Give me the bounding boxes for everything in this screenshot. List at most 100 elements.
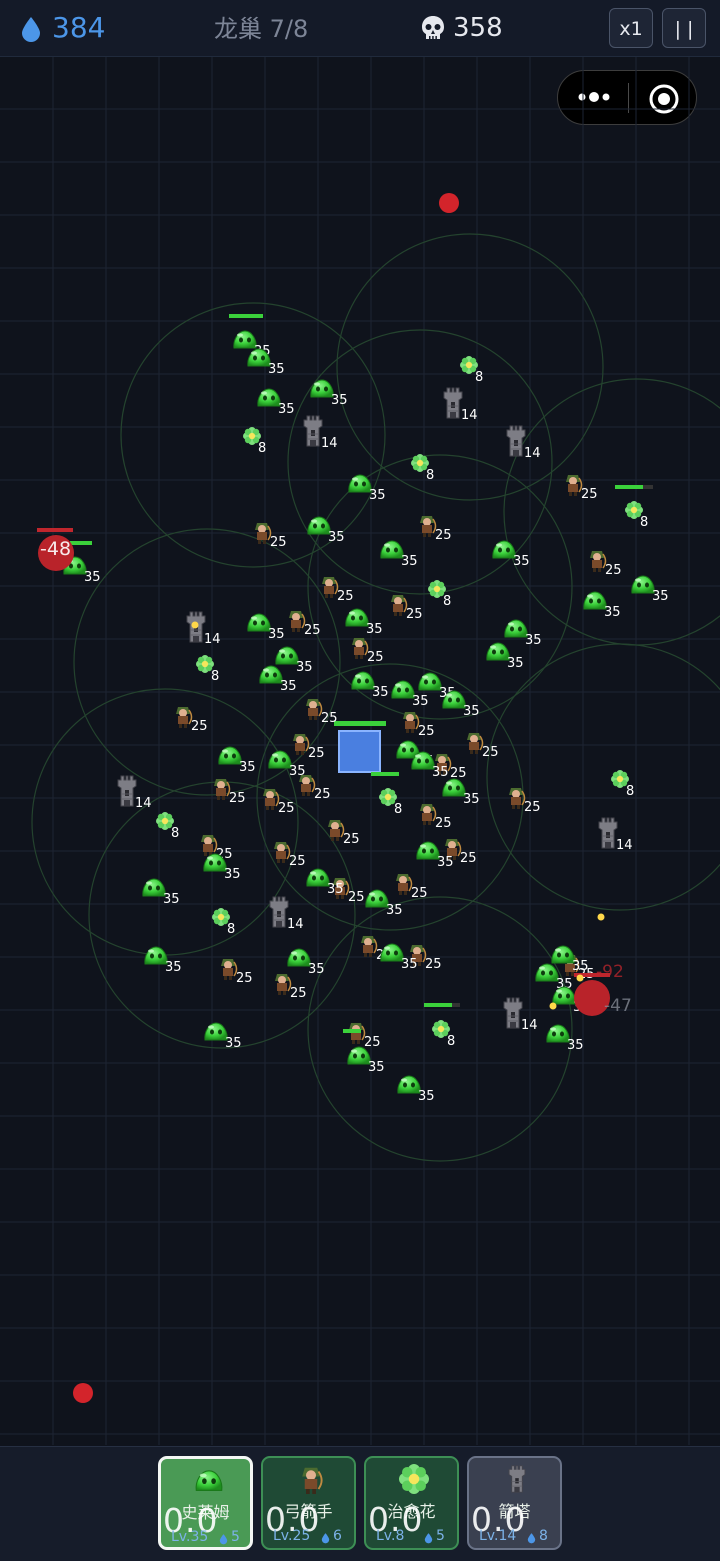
water-drop-icon [424, 1533, 433, 1544]
slime-unit: 35 [380, 540, 418, 569]
unit-level-label: 35 [268, 362, 285, 377]
card-cost: 5 [231, 1529, 240, 1545]
unit-level-label: 8 [475, 370, 483, 385]
archer-unit: 25 [402, 711, 435, 739]
slime-unit: 35 [310, 379, 348, 408]
slime-unit: 35 [351, 671, 389, 700]
unit-level-label: 35 [163, 892, 180, 907]
unit-level-label: 8 [640, 515, 648, 530]
speed-button[interactable]: x1 [609, 8, 653, 48]
unit-level-label: 35 [289, 764, 306, 779]
unit-level-label: 8 [211, 669, 219, 684]
card-level: Lv.25 [273, 1528, 311, 1544]
top-bar: 384 龙巢 7/8 358 x1 | | [0, 0, 720, 57]
slime-unit: 35 [442, 690, 480, 719]
healing-flower-unit: 8 [428, 580, 451, 609]
damage-texts: -48 -92 -47 [40, 538, 632, 1016]
unit-level-label: 25 [270, 535, 287, 550]
battle-field[interactable]: 14 14 14 14 14 14 14 14 8 8 8 8 8 8 8 8 8 8 8 25 25 25 25 25 25 2… [0, 57, 720, 1445]
unit-level-label: 35 [463, 704, 480, 719]
unit-level-label: 25 [425, 957, 442, 972]
unit-level-label: 25 [278, 801, 295, 816]
unit-level-label: 8 [258, 441, 266, 456]
unit-level-label: 14 [461, 408, 478, 423]
unit-level-label: 8 [171, 826, 179, 841]
slime-unit: 35 [583, 591, 621, 620]
slime-unit: 35 [268, 750, 306, 779]
unit-level-label: 8 [443, 594, 451, 609]
archer-icon [296, 1464, 326, 1494]
unit-level-label: 35 [224, 867, 241, 882]
healing-flower-unit: 8 [212, 908, 235, 937]
slime-unit: 35 [397, 1075, 435, 1104]
unit-level-label: 35 [327, 882, 344, 897]
unit-level-label: 35 [278, 402, 295, 417]
unit-level-label: 25 [605, 563, 622, 578]
damage-text: -92 [596, 962, 624, 982]
arrow-projectile [549, 1002, 557, 1010]
unit-level-label: 25 [308, 746, 325, 761]
arrow-tower-unit: 14 [303, 415, 338, 451]
card-slime[interactable]: 史莱姆 0.0 Lv.35 5 [158, 1456, 253, 1550]
archer-unit: 25 [351, 637, 384, 665]
healing-flower-unit: 8 [379, 788, 402, 817]
slime-unit: 35 [257, 388, 295, 417]
enemy-small [439, 193, 459, 213]
unit-level-label: 14 [524, 446, 541, 461]
archer-unit: 25 [466, 732, 499, 760]
unit-level-label: 35 [296, 660, 313, 675]
unit-level-label: 25 [304, 623, 321, 638]
tower-icon [502, 1464, 532, 1494]
arrow-tower-unit: 14 [598, 817, 633, 853]
arrow-projectile [576, 974, 584, 982]
battle-field-canvas: 14 14 14 14 14 14 14 14 8 8 8 8 8 8 8 8 8 8 8 25 25 25 25 25 25 2… [0, 57, 720, 1445]
slime-unit: 35 [306, 868, 344, 897]
unit-level-label: 25 [314, 787, 331, 802]
arrow-projectile [597, 913, 605, 921]
arrow-tower-unit: 14 [506, 425, 541, 461]
unit-level-label: 35 [525, 633, 542, 648]
card-flower[interactable]: 治愈花 0.0 Lv.8 5 [364, 1456, 459, 1550]
unit-level-label: 14 [135, 796, 152, 811]
card-cost: 5 [436, 1528, 445, 1544]
unit-level-label: 25 [482, 745, 499, 760]
unit-level-label: 25 [524, 800, 541, 815]
unit-level-label: 14 [204, 632, 221, 647]
slime-unit: 35 [416, 841, 454, 870]
arrow-tower-unit: 14 [503, 997, 538, 1033]
card-archer[interactable]: 弓箭手 0.0 Lv.25 6 [261, 1456, 356, 1550]
unit-level-label: 35 [225, 1036, 242, 1051]
unit-level-label: 35 [412, 694, 429, 709]
unit-level-label: 25 [236, 971, 253, 986]
healing-flower-unit: 8 [432, 1020, 455, 1049]
unit-level-label: 35 [567, 1038, 584, 1053]
flower-icon [399, 1464, 429, 1494]
unit-level-label: 25 [191, 719, 208, 734]
unit-level-label: 35 [280, 679, 297, 694]
unit-level-label: 25 [435, 816, 452, 831]
card-tower[interactable]: 箭塔 0.0 Lv.14 8 [467, 1456, 562, 1550]
level-label: 龙巢 7/8 [214, 15, 309, 43]
slime-unit: 35 [546, 1024, 584, 1053]
base-health-bar [334, 721, 386, 726]
archer-unit: 25 [327, 819, 360, 847]
unit-level-label: 35 [372, 685, 389, 700]
unit-level-label: 35 [331, 393, 348, 408]
unit-level-label: 35 [369, 488, 386, 503]
slime-unit: 35 [347, 1046, 385, 1075]
unit-level-label: 35 [366, 622, 383, 637]
pause-button[interactable]: | | [662, 8, 706, 48]
unit-level-label: 25 [364, 1035, 381, 1050]
unit-level-label: 25 [435, 528, 452, 543]
archer-unit: 25 [254, 522, 287, 550]
card-cost: 6 [333, 1528, 342, 1544]
damage-text: -47 [604, 996, 632, 1016]
unit-level-label: 25 [406, 607, 423, 622]
unit-level-label: 25 [411, 886, 428, 901]
slime-unit: 35 [247, 613, 285, 642]
slime-unit: 35 [631, 575, 669, 604]
slime-unit: 35 [142, 878, 180, 907]
archer-unit: 25 [589, 550, 622, 578]
healing-flower-unit: 8 [411, 454, 434, 483]
unit-level-label: 35 [418, 1089, 435, 1104]
